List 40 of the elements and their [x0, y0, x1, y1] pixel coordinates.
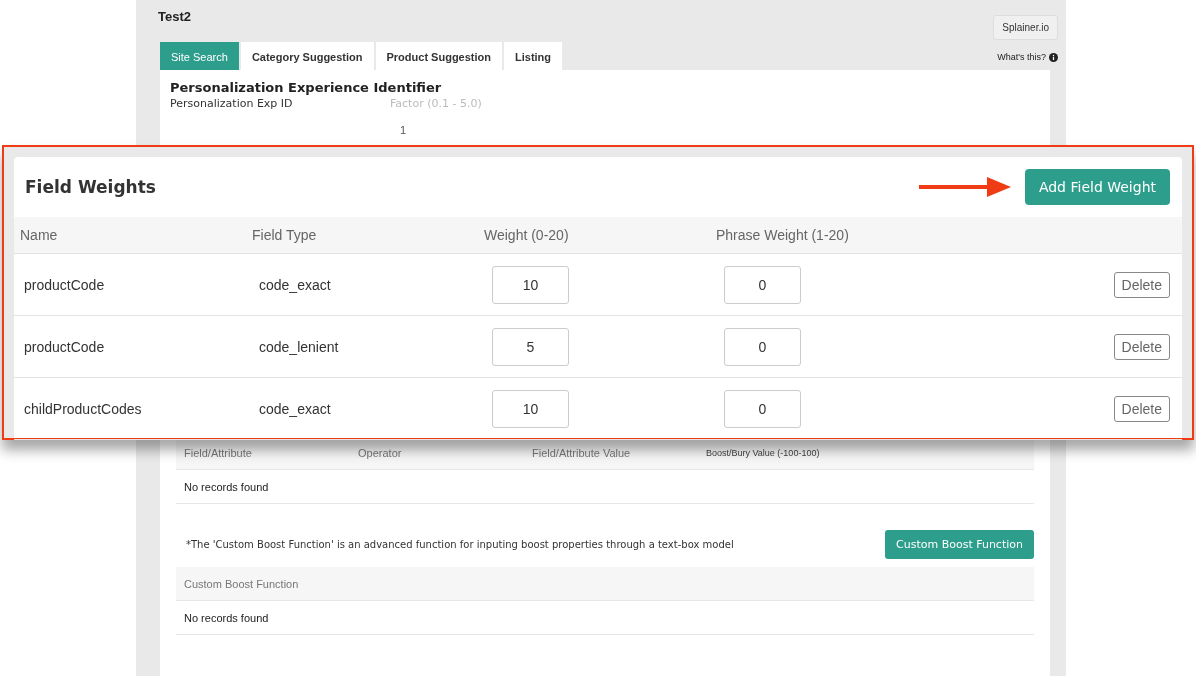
card-title: Field Weights: [25, 177, 157, 197]
field-label: Factor (0.1 - 5.0): [390, 97, 482, 110]
column-header: Boost/Bury Value (-100-100): [706, 447, 821, 458]
table-cell-text: productCode: [23, 338, 106, 355]
table-cell-text: code_exact: [258, 276, 332, 293]
tab[interactable]: Listing: [504, 42, 563, 70]
weight-input[interactable]: 10: [492, 265, 569, 304]
column-header: Field/Attribute: [184, 446, 253, 459]
page-title: Test2: [158, 9, 191, 24]
weight-input[interactable]: 10: [492, 389, 569, 428]
whats-this-link[interactable]: What's this?: [997, 52, 1058, 62]
arrow-icon: [918, 175, 1011, 199]
field-label: Personalization Exp ID: [170, 97, 294, 110]
column-header: Phrase Weight (1-20): [715, 227, 850, 243]
empty-message: No records found: [184, 611, 269, 624]
column-header: Operator: [358, 446, 403, 459]
phrase-weight-input[interactable]: 0: [724, 327, 801, 366]
delete-button[interactable]: Delete: [1113, 395, 1170, 422]
table-cell-text: productCode: [23, 276, 106, 293]
section-heading: Personalization Experience Identifier: [170, 80, 443, 95]
column-header: Name: [19, 227, 59, 243]
table-cell-text: childProductCodes: [23, 400, 143, 417]
column-header: Field Type: [251, 227, 318, 243]
tab[interactable]: Category Suggestion: [240, 42, 374, 70]
table-cell-text: code_exact: [258, 400, 332, 417]
phrase-weight-input[interactable]: 0: [724, 389, 801, 428]
tab[interactable]: Product Suggestion: [375, 42, 502, 70]
table-cell-text: code_lenient: [258, 338, 340, 355]
column-header: Field/Attribute Value: [532, 446, 632, 459]
delete-button[interactable]: Delete: [1113, 333, 1170, 360]
column-header: Custom Boost Function: [184, 577, 299, 590]
factor-value: 1: [400, 124, 407, 136]
phrase-weight-input[interactable]: 0: [724, 265, 801, 304]
splainer-button[interactable]: Splainer.io: [993, 15, 1058, 40]
note-text: *The 'Custom Boost Function' is an advanced function for inputing boost properties through a text-box model: [186, 539, 734, 550]
empty-message: No records found: [184, 480, 269, 493]
delete-button[interactable]: Delete: [1113, 271, 1170, 298]
info-icon: [1049, 52, 1058, 62]
weight-input[interactable]: 5: [492, 327, 569, 366]
column-header: Weight (0-20): [483, 227, 570, 243]
